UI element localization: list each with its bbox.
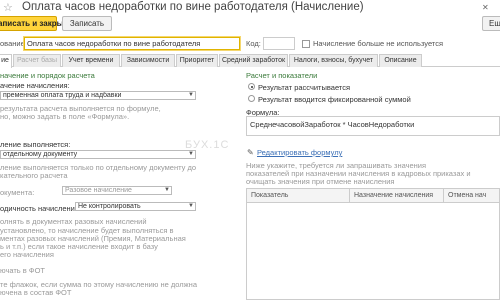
doc-value: Разовое начисление [65,187,132,194]
radio-calculated[interactable] [248,83,255,90]
freq-label: одичность начисления: [0,204,81,213]
indicators-table[interactable]: Показатель Назначение начисления Отмена … [246,188,500,300]
note-line3: очищать значения при отмене начисления [246,177,395,186]
name-row: ование: Оплата часов недоработки по вине… [0,37,500,51]
executes-label: ление выполняется: [0,140,71,149]
star-icon[interactable]: ☆ [3,1,13,14]
more-button[interactable]: Еще [482,16,500,31]
close-icon[interactable]: ✕ [482,3,489,12]
column-header-assign[interactable]: Назначение начисления [350,189,443,203]
doc-label: окумента: [0,188,35,197]
executes-value: отдельному документу [3,151,78,158]
chevron-down-icon: ▼ [188,151,194,157]
purpose-select[interactable]: пременная оплата труда и надбавки ▼ [0,91,196,100]
tab-base-calc[interactable]: Расчет базы [13,54,61,67]
radio-fixed-label: Результат вводится фиксированной суммой [258,95,411,104]
tab-bar: ие Расчет базы Учет времени Зависимости … [0,54,500,68]
name-input[interactable]: Оплата часов недоработки по вине работод… [24,37,240,50]
tab-dependencies[interactable]: Зависимости [121,54,175,67]
chevron-down-icon: ▼ [164,187,170,193]
purpose-label: ачение начисления: [0,81,70,90]
executes-select[interactable]: отдельному документу ▼ [0,150,196,159]
formula-field[interactable]: СреднечасовойЗаработок * ЧасовНедоработк… [246,116,500,136]
formula-value: СреднечасовойЗаработок * ЧасовНедоработк… [250,120,415,129]
tab-time-accounting[interactable]: Учет времени [62,54,120,67]
watermark: БУХ.1С [185,139,230,151]
toolbar: Записать и закрыть Записать Еще [0,16,500,34]
executes-hint-line2: кательного расчета [0,171,68,180]
one-time-label: олнять в документах разовых начислений [0,217,147,226]
tab-taxes[interactable]: Налоги, взносы, бухучет [289,54,378,67]
code-label: Код: [246,39,261,48]
section-calc-title: Расчет и показатели [246,71,318,80]
column-header-indicator[interactable]: Показатель [247,189,349,203]
code-input[interactable] [263,37,295,50]
freq-select[interactable]: Не контролировать ▼ [75,202,196,211]
tab-priority[interactable]: Приоритет [176,54,218,67]
column-header-cancel[interactable]: Отмена нач [444,189,499,203]
not-used-label: Начисление больше не используется [313,39,444,48]
chevron-down-icon: ▼ [188,203,194,209]
radio-calculated-label: Результат рассчитывается [258,83,351,92]
fot-label: ючать в ФОТ [0,266,45,275]
fot-hint-line2: ючена в состав ФОТ [0,288,72,297]
pencil-icon: ✎ [247,148,254,157]
tab-main[interactable]: ие [0,54,12,68]
save-button[interactable]: Записать [62,16,112,31]
title-bar: ☆ Оплата часов недоработки по вине работ… [0,0,500,16]
freq-value: Не контролировать [78,203,141,210]
doc-select[interactable]: Разовое начисление ▼ [62,186,172,195]
window-title: Оплата часов недоработки по вине работод… [22,1,364,13]
tab-description[interactable]: Описание [379,54,422,67]
tab-average-earnings[interactable]: Средний заработок [219,54,288,67]
one-time-hint-line5: его начисления [0,250,54,259]
radio-fixed[interactable] [248,95,255,102]
edit-formula-link[interactable]: Редактировать формулу [257,148,342,157]
purpose-hint-line2: но, можно задать в поле «Формула». [0,112,130,121]
purpose-value: пременная оплата труда и надбавки [3,92,122,99]
chevron-down-icon: ▼ [188,92,194,98]
not-used-checkbox[interactable] [302,40,310,48]
save-and-close-button[interactable]: Записать и закрыть [0,16,72,31]
section-purpose-title: начение и порядок расчета [0,71,95,80]
name-label: ование: [0,39,27,48]
